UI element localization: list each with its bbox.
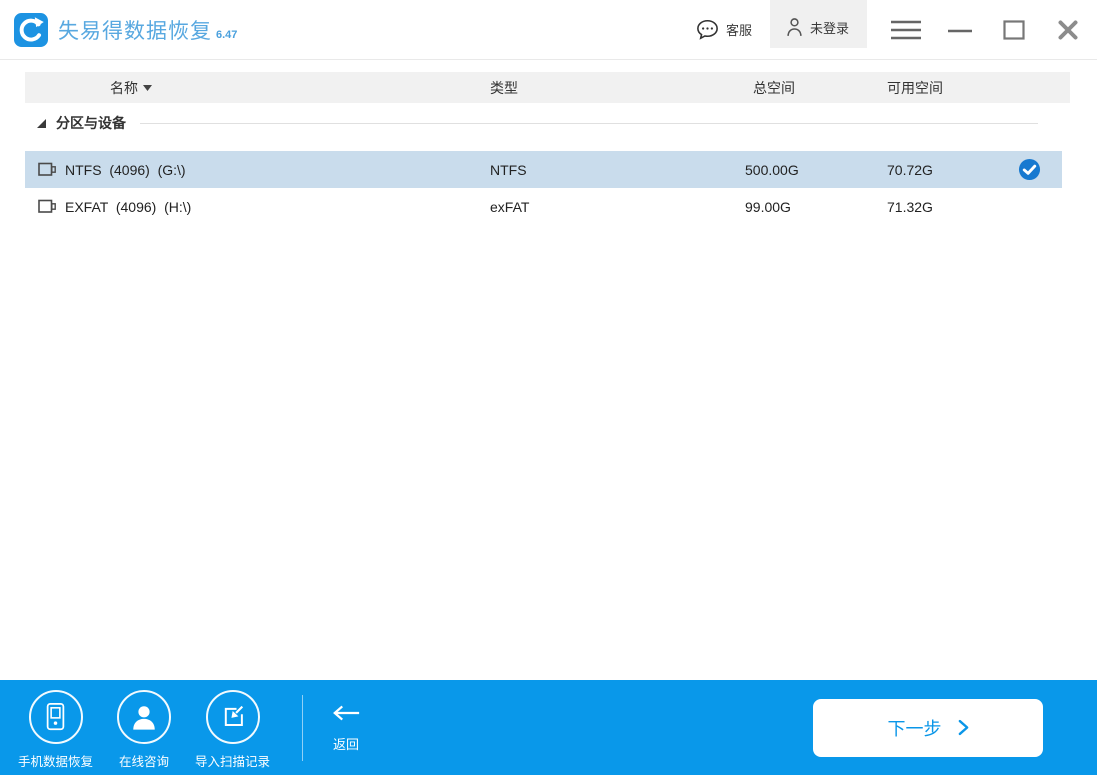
partition-name: NTFS (4096) (G:\) bbox=[65, 161, 186, 178]
section-divider bbox=[140, 122, 1038, 124]
partition-type: NTFS bbox=[490, 161, 527, 178]
import-icon bbox=[205, 689, 260, 744]
next-step-label: 下一步 bbox=[887, 718, 942, 739]
partition-name: EXFAT (4096) (H:\) bbox=[65, 198, 192, 215]
partition-name-cell: NTFS (4096) (G:\) bbox=[25, 162, 490, 178]
login-button[interactable]: 未登录 bbox=[769, 0, 867, 48]
column-header-type[interactable]: 类型 bbox=[490, 78, 745, 98]
close-button[interactable] bbox=[1053, 15, 1083, 45]
next-chevron-icon bbox=[958, 719, 968, 736]
chat-bubble-icon bbox=[697, 19, 718, 40]
page-title: 失易得数据恢复 6.47 bbox=[58, 15, 237, 45]
app-logo-recovery-icon bbox=[14, 12, 48, 47]
app-version: 6.47 bbox=[216, 28, 238, 41]
section-partitions-devices[interactable]: 分区与设备 bbox=[25, 110, 1070, 136]
partition-free: 71.32G bbox=[887, 198, 933, 215]
menu-icon bbox=[891, 20, 921, 39]
partition-total: 500.00G bbox=[745, 161, 799, 178]
app-window: 失易得数据恢复 6.47 客服 未登录 名称 类型 总空间 可用空间 分区与设备… bbox=[0, 0, 1097, 775]
section-label: 分区与设备 bbox=[56, 115, 126, 131]
back-button[interactable]: 返回 bbox=[331, 704, 361, 753]
partition-free: 70.72G bbox=[887, 161, 933, 178]
partition-type: exFAT bbox=[490, 198, 530, 215]
login-status-label: 未登录 bbox=[809, 20, 849, 36]
column-header-free[interactable]: 可用空间 bbox=[887, 78, 1070, 98]
drive-icon bbox=[38, 199, 56, 213]
phone-recovery-button[interactable]: 手机数据恢复 bbox=[18, 689, 94, 770]
table-row-partition-h[interactable]: EXFAT (4096) (H:\) exFAT 99.00G 71.32G bbox=[25, 188, 1062, 225]
titlebar-controls: 客服 未登录 bbox=[682, 0, 1097, 59]
footer-bar: 手机数据恢复 在线咨询 导入扫描记录 返回 下一步 bbox=[0, 680, 1097, 775]
menu-button[interactable] bbox=[891, 15, 921, 45]
minimize-icon bbox=[948, 29, 972, 32]
partition-total: 99.00G bbox=[745, 198, 791, 215]
table-header: 名称 类型 总空间 可用空间 bbox=[25, 72, 1070, 103]
online-consult-label: 在线咨询 bbox=[119, 754, 170, 769]
back-label: 返回 bbox=[333, 737, 360, 752]
phone-recovery-label: 手机数据恢复 bbox=[18, 754, 94, 769]
column-header-total[interactable]: 总空间 bbox=[745, 78, 887, 98]
app-title: 失易得数据恢复 bbox=[58, 19, 212, 43]
column-header-name[interactable]: 名称 bbox=[25, 78, 490, 98]
back-arrow-icon bbox=[333, 705, 360, 721]
footer-actions: 手机数据恢复 在线咨询 导入扫描记录 返回 bbox=[0, 686, 361, 770]
user-icon bbox=[787, 18, 802, 36]
minimize-button[interactable] bbox=[945, 15, 975, 45]
table-row-partition-g[interactable]: NTFS (4096) (G:\) NTFS 500.00G 70.72G bbox=[25, 151, 1062, 188]
partition-name-cell: EXFAT (4096) (H:\) bbox=[25, 199, 490, 215]
import-scan-record-button[interactable]: 导入扫描记录 bbox=[195, 689, 271, 770]
online-consult-button[interactable]: 在线咨询 bbox=[117, 689, 172, 770]
customer-service-label: 客服 bbox=[725, 23, 752, 38]
customer-service-button[interactable]: 客服 bbox=[682, 19, 766, 40]
phone-icon bbox=[28, 689, 83, 744]
person-icon bbox=[117, 689, 172, 744]
next-step-button[interactable]: 下一步 bbox=[813, 698, 1043, 757]
maximize-icon bbox=[1003, 19, 1025, 40]
drive-icon bbox=[38, 162, 56, 176]
import-scan-record-label: 导入扫描记录 bbox=[195, 754, 271, 769]
partition-list: NTFS (4096) (G:\) NTFS 500.00G 70.72G EX… bbox=[25, 151, 1062, 225]
close-icon bbox=[1058, 20, 1078, 39]
column-header-name-label: 名称 bbox=[110, 79, 138, 96]
footer-divider bbox=[302, 694, 304, 761]
maximize-button[interactable] bbox=[999, 15, 1029, 45]
sort-arrow-icon bbox=[143, 84, 152, 91]
check-circle-icon bbox=[1018, 158, 1041, 181]
selection-cell[interactable] bbox=[1010, 158, 1062, 181]
titlebar: 失易得数据恢复 6.47 客服 未登录 bbox=[0, 0, 1097, 60]
tree-expanded-icon bbox=[37, 118, 46, 128]
